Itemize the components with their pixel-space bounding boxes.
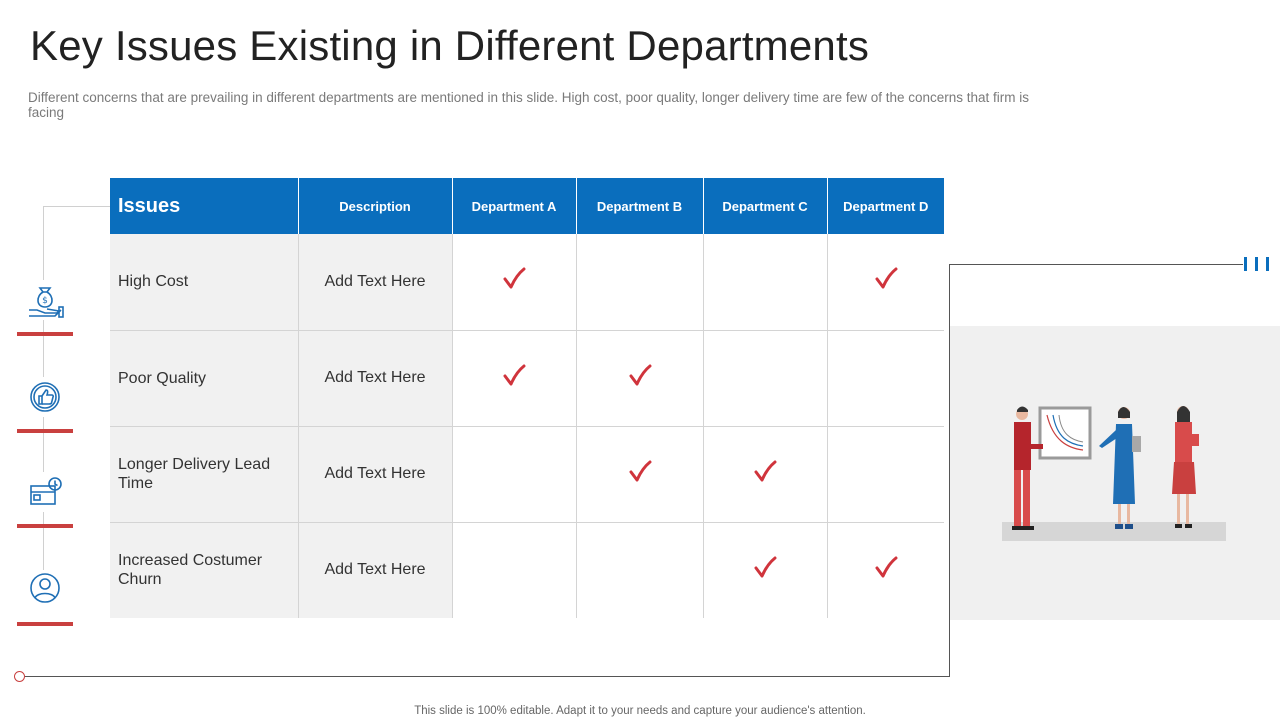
description-cell: Add Text Here xyxy=(298,522,453,618)
department-d-cell xyxy=(827,426,944,523)
department-b-cell xyxy=(576,330,704,427)
header-department-c: Department C xyxy=(703,178,828,234)
department-b-cell xyxy=(576,234,704,331)
department-b-cell xyxy=(576,522,704,618)
table-row: Poor Quality Add Text Here xyxy=(110,330,944,427)
department-d-cell xyxy=(827,330,944,427)
connector-dot xyxy=(14,671,25,682)
department-c-cell xyxy=(703,426,828,523)
delivery-box-icon xyxy=(25,472,65,512)
checkmark-icon xyxy=(627,460,653,489)
svg-text:$: $ xyxy=(42,296,48,306)
department-c-cell xyxy=(703,330,828,427)
slide-footer: This slide is 100% editable. Adapt it to… xyxy=(414,705,866,717)
description-cell: Add Text Here xyxy=(298,426,453,523)
issue-icon-block-3 xyxy=(17,472,73,528)
checkmark-icon xyxy=(752,556,778,585)
table-row: Increased Costumer Churn Add Text Here xyxy=(110,522,944,618)
issue-icon-block-1: $ xyxy=(17,280,73,336)
checkmark-icon xyxy=(501,364,527,393)
header-department-b: Department B xyxy=(576,178,704,234)
checkmark-icon xyxy=(501,267,527,296)
description-cell: Add Text Here xyxy=(298,330,453,427)
header-description: Description xyxy=(298,178,453,234)
issue-icon-bar-4 xyxy=(17,622,73,626)
slide-subtitle: Different concerns that are prevailing i… xyxy=(28,90,1030,120)
issue-icon-bar-3 xyxy=(17,524,73,528)
tick-marks-decoration xyxy=(1244,257,1269,271)
issue-icon-bar-2 xyxy=(17,429,73,433)
connector-line-bottom xyxy=(24,676,950,677)
department-d-cell xyxy=(827,522,944,618)
department-b-cell xyxy=(576,426,704,523)
checkmark-icon xyxy=(627,364,653,393)
department-a-cell xyxy=(452,234,577,331)
slide-title: Key Issues Existing in Different Departm… xyxy=(30,22,870,69)
department-d-cell xyxy=(827,234,944,331)
issue-icon-bar-1 xyxy=(17,332,73,336)
department-c-cell xyxy=(703,234,828,331)
description-cell: Add Text Here xyxy=(298,234,453,331)
issue-cell: Poor Quality xyxy=(110,330,299,427)
checkmark-icon xyxy=(752,460,778,489)
issues-table: Issues Description Department A Departme… xyxy=(110,178,944,618)
issue-cell: High Cost xyxy=(110,234,299,331)
table-header-row: Issues Description Department A Departme… xyxy=(110,178,944,234)
issue-icon-block-2 xyxy=(17,377,73,433)
header-department-a: Department A xyxy=(452,178,577,234)
customer-icon xyxy=(25,570,65,610)
issue-cell: Longer Delivery Lead Time xyxy=(110,426,299,523)
department-a-cell xyxy=(452,522,577,618)
issue-icon-block-4 xyxy=(17,570,73,626)
department-a-cell xyxy=(452,426,577,523)
header-department-d: Department D xyxy=(827,178,944,234)
department-c-cell xyxy=(703,522,828,618)
thumbs-up-icon xyxy=(25,377,65,417)
issue-cell: Increased Costumer Churn xyxy=(110,522,299,618)
header-issues: Issues xyxy=(110,178,299,234)
department-a-cell xyxy=(452,330,577,427)
connector-line-right-top xyxy=(949,264,1243,265)
team-presentation-illustration xyxy=(1002,406,1226,541)
money-bag-hand-icon: $ xyxy=(25,280,65,320)
connector-line-top xyxy=(43,206,110,207)
checkmark-icon xyxy=(873,267,899,296)
table-row: Longer Delivery Lead Time Add Text Here xyxy=(110,426,944,523)
table-row: High Cost Add Text Here xyxy=(110,234,944,331)
checkmark-icon xyxy=(873,556,899,585)
